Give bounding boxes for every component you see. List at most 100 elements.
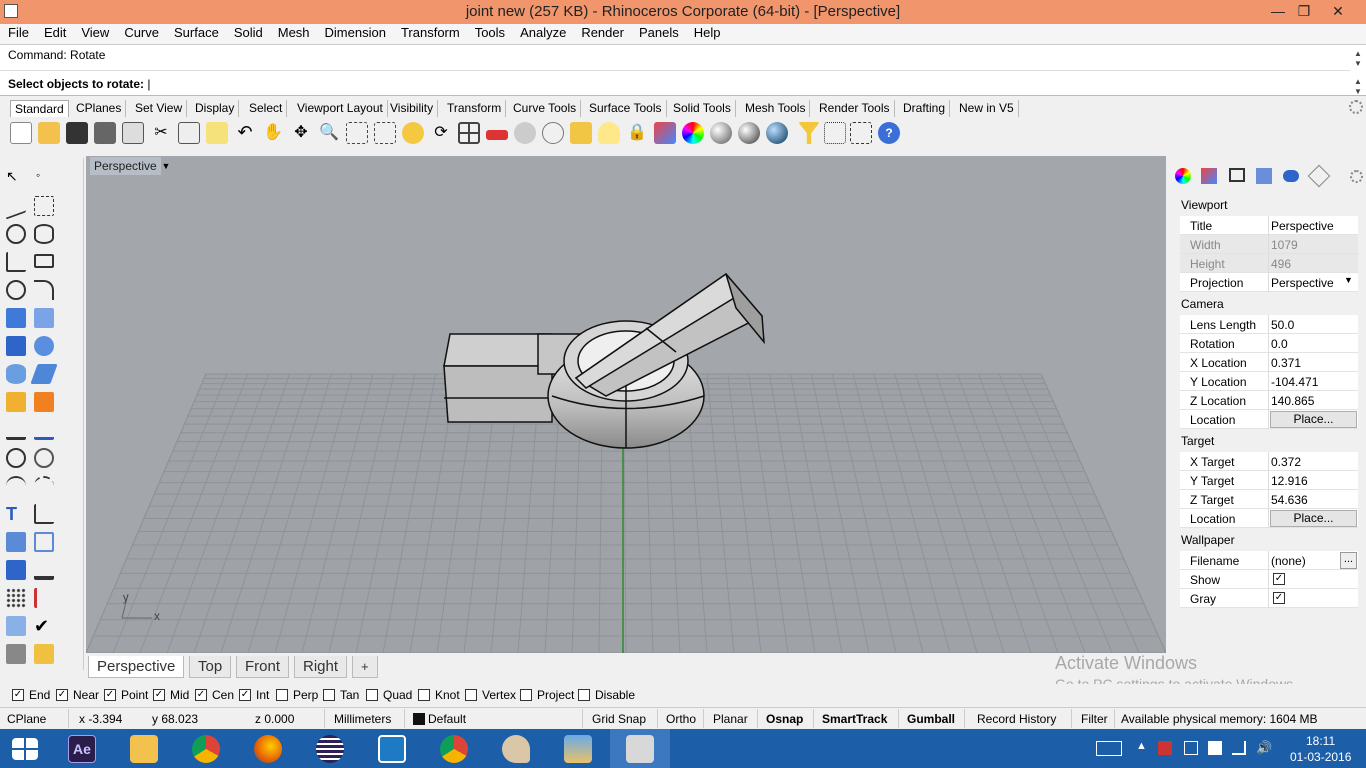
filter-toggle[interactable]: Filter <box>1081 712 1108 726</box>
tab-mesh-tools[interactable]: Mesh Tools <box>741 100 811 117</box>
selection-icon[interactable] <box>850 122 872 144</box>
text-icon[interactable]: T <box>6 504 26 524</box>
osnap-cen-checkbox[interactable]: ✓ <box>195 689 207 701</box>
camera-place-button[interactable]: Place... <box>1270 411 1357 428</box>
cplane-status[interactable]: CPlane <box>7 712 46 726</box>
help-panel-icon[interactable] <box>1256 168 1272 184</box>
scroll-up-icon[interactable]: ▲ <box>1352 77 1364 87</box>
extend-icon[interactable] <box>34 420 54 440</box>
record-history-toggle[interactable]: Record History <box>977 712 1056 726</box>
paste-icon[interactable] <box>206 122 228 144</box>
zoom-dynamic-icon[interactable]: 🔍 <box>318 122 340 144</box>
arc-icon[interactable] <box>6 280 26 300</box>
menu-curve[interactable]: Curve <box>116 24 166 42</box>
lens-field[interactable]: 50.0 <box>1271 318 1294 332</box>
osnap-point-checkbox[interactable]: ✓ <box>104 689 116 701</box>
tab-render-tools[interactable]: Render Tools <box>815 100 895 117</box>
tab-solid-tools[interactable]: Solid Tools <box>669 100 736 117</box>
planar-toggle[interactable]: Planar <box>713 712 748 726</box>
scroll-up-icon[interactable]: ▲ <box>1352 49 1364 59</box>
cylinder-icon[interactable] <box>6 364 26 384</box>
trim-icon[interactable] <box>6 420 26 440</box>
smarttrack-toggle[interactable]: SmartTrack <box>822 712 887 726</box>
layer-status[interactable]: Default <box>428 712 466 726</box>
osnap-quad-checkbox[interactable] <box>366 689 378 701</box>
undo-icon[interactable]: ↶ <box>234 122 256 144</box>
x-target-field[interactable]: 0.372 <box>1271 455 1301 469</box>
projection-select[interactable]: Perspective <box>1271 276 1334 290</box>
car-icon[interactable] <box>486 130 508 140</box>
curve-icon[interactable] <box>34 196 54 216</box>
analyze-icon[interactable] <box>6 616 26 636</box>
menu-mesh[interactable]: Mesh <box>270 24 317 42</box>
file-explorer-icon[interactable] <box>114 729 174 768</box>
color-icon[interactable] <box>682 122 704 144</box>
volume-icon[interactable]: 🔊 <box>1256 740 1272 756</box>
array-icon[interactable] <box>6 588 26 608</box>
blend-icon[interactable] <box>34 476 54 496</box>
array-polar-icon[interactable] <box>34 588 54 608</box>
tab-drafting[interactable]: Drafting <box>899 100 951 117</box>
rhino-icon[interactable] <box>610 729 670 768</box>
open-icon[interactable] <box>38 122 60 144</box>
materials-icon[interactable] <box>1283 170 1299 182</box>
gray-checkbox[interactable]: ✓ <box>1273 592 1285 604</box>
render-mesh-icon[interactable] <box>6 644 26 664</box>
menu-view[interactable]: View <box>73 24 116 42</box>
title-field[interactable]: Perspective <box>1271 219 1334 233</box>
command-prompt[interactable]: Select objects to rotate: | <box>8 77 151 91</box>
select-arrow-icon[interactable]: ↖ <box>6 168 26 188</box>
light-icon[interactable] <box>598 122 620 144</box>
rendered-icon[interactable] <box>738 122 760 144</box>
signal-icon[interactable] <box>1232 741 1246 755</box>
osnap-end-checkbox[interactable]: ✓ <box>12 689 24 701</box>
ellipse-icon[interactable] <box>34 224 54 244</box>
save-icon[interactable] <box>66 122 88 144</box>
import-icon[interactable] <box>122 122 144 144</box>
surface-icon[interactable] <box>6 308 26 328</box>
layers-icon[interactable] <box>1201 168 1217 184</box>
tab-curve-tools[interactable]: Curve Tools <box>509 100 582 117</box>
osnap-project-checkbox[interactable] <box>520 689 532 701</box>
four-viewports-icon[interactable] <box>458 122 480 144</box>
shaded-icon[interactable] <box>710 122 732 144</box>
flag-icon[interactable] <box>1158 741 1172 755</box>
show-checkbox[interactable]: ✓ <box>1273 573 1285 585</box>
z-location-field[interactable]: 140.865 <box>1271 394 1314 408</box>
add-viewport-tab[interactable]: + <box>352 656 378 678</box>
tab-top[interactable]: Top <box>189 656 232 678</box>
osnap-near-checkbox[interactable]: ✓ <box>56 689 68 701</box>
tab-new-in-v5[interactable]: New in V5 <box>955 100 1019 117</box>
menu-surface[interactable]: Surface <box>166 24 226 42</box>
explode-icon[interactable] <box>6 392 26 412</box>
osnap-icon[interactable] <box>570 122 592 144</box>
render-icon[interactable] <box>766 122 788 144</box>
scroll-down-icon[interactable]: ▼ <box>1352 87 1364 97</box>
cplane-icon[interactable] <box>542 122 564 144</box>
tab-standard[interactable]: Standard <box>10 100 69 117</box>
scroll-down-icon[interactable]: ▼ <box>1352 59 1364 69</box>
menu-file[interactable]: File <box>0 24 36 42</box>
dimension-icon[interactable] <box>34 504 54 524</box>
tab-viewport-layout[interactable]: Viewport Layout <box>293 100 388 117</box>
sphere-icon[interactable] <box>34 336 54 356</box>
browse-button[interactable]: ... <box>1340 552 1357 569</box>
osnap-mid-checkbox[interactable]: ✓ <box>153 689 165 701</box>
print-icon[interactable] <box>94 122 116 144</box>
maximize-button[interactable]: ❐ <box>1288 0 1320 22</box>
z-target-field[interactable]: 54.636 <box>1271 493 1308 507</box>
menu-solid[interactable]: Solid <box>226 24 270 42</box>
network-sync-icon[interactable] <box>1184 741 1198 755</box>
tab-visibility[interactable]: Visibility <box>386 100 439 117</box>
menu-render[interactable]: Render <box>573 24 631 42</box>
block-icon[interactable] <box>34 532 54 552</box>
zoom-selected-icon[interactable] <box>402 122 424 144</box>
viewport-dropdown-icon[interactable]: ▼ <box>160 158 172 174</box>
chevron-up-icon[interactable]: ▲ <box>1136 740 1147 752</box>
grid-snap-toggle[interactable]: Grid Snap <box>592 712 646 726</box>
y-target-field[interactable]: 12.916 <box>1271 474 1308 488</box>
zoom-window-icon[interactable] <box>346 122 368 144</box>
tab-transform[interactable]: Transform <box>443 100 507 117</box>
filter-icon[interactable] <box>798 122 820 144</box>
rotation-field[interactable]: 0.0 <box>1271 337 1288 351</box>
